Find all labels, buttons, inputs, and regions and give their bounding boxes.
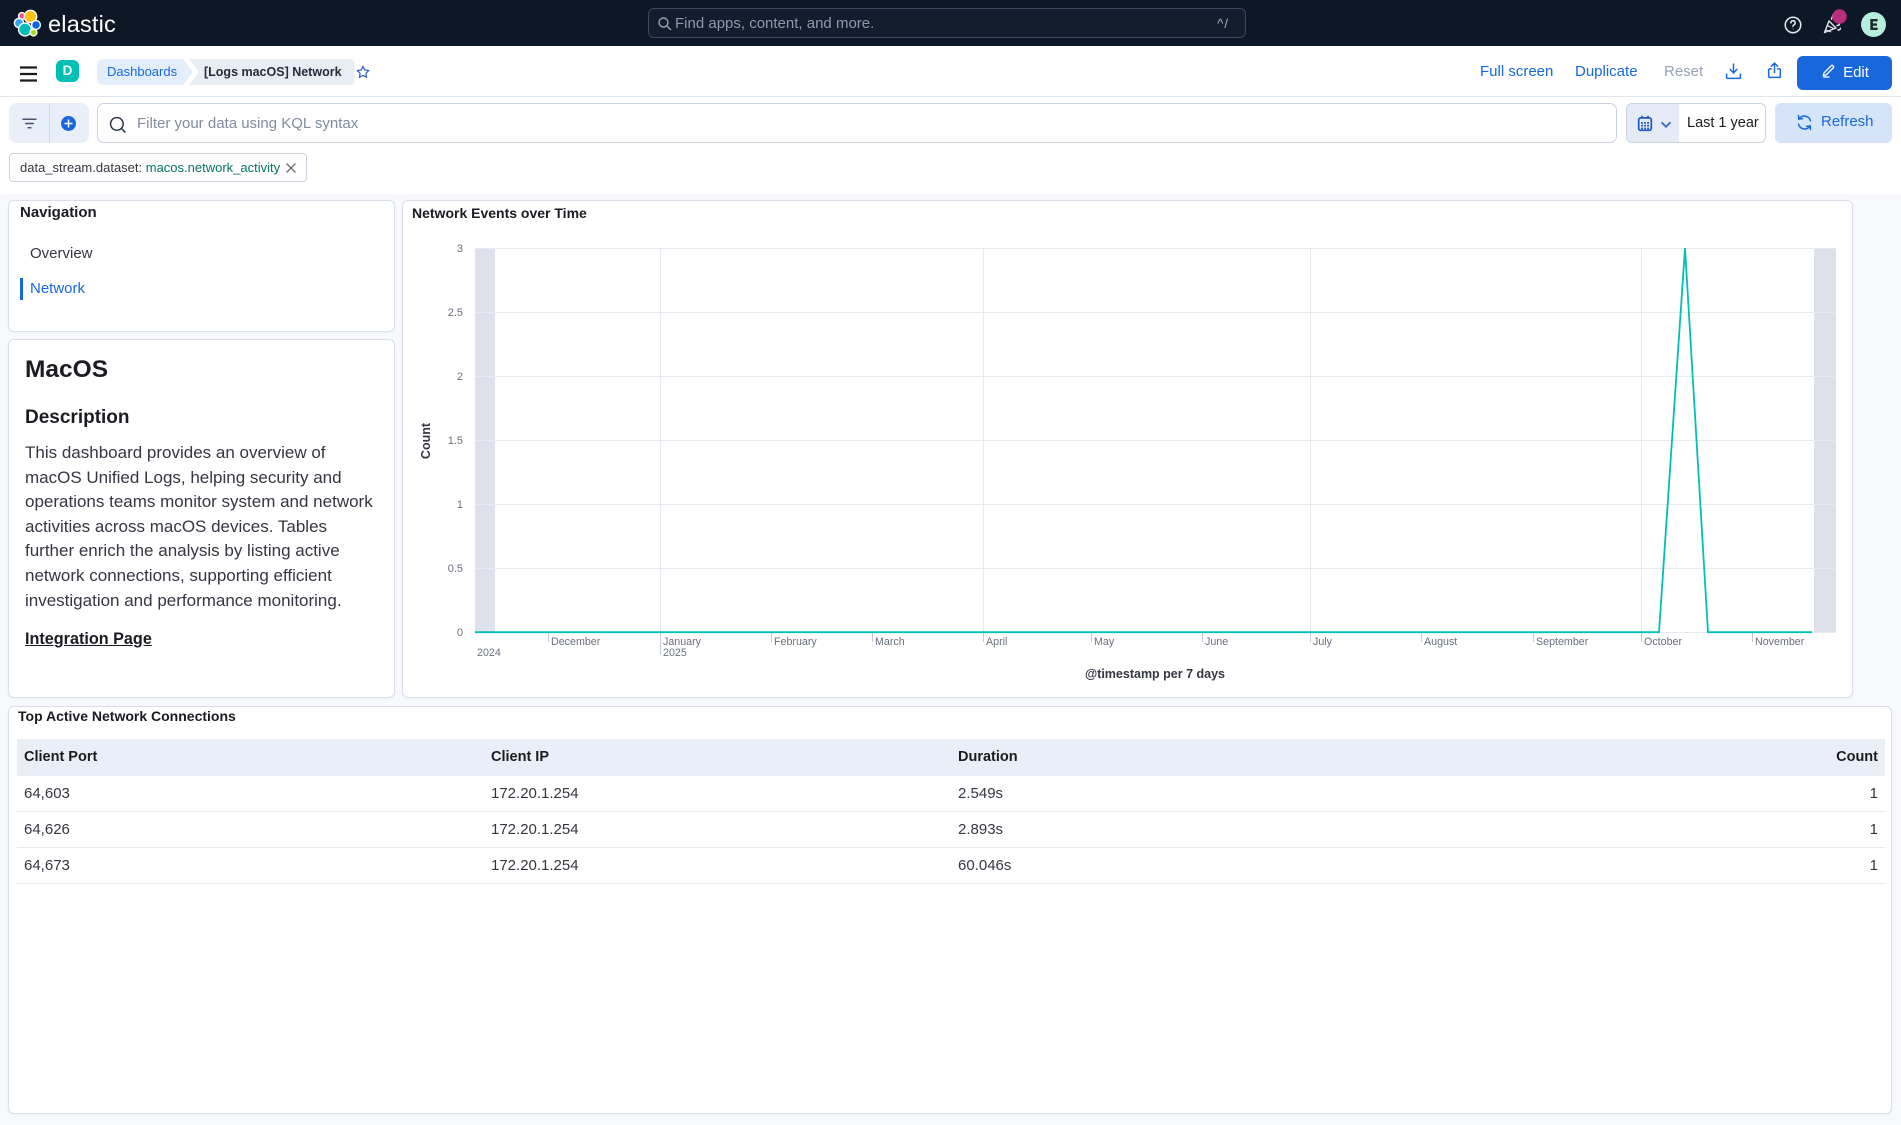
svg-text:October: October [1644,636,1682,648]
svg-text:@timestamp per 7 days: @timestamp per 7 days [1085,667,1225,681]
svg-text:February: February [774,636,817,648]
svg-text:September: September [1536,636,1589,648]
svg-text:2: 2 [457,371,463,383]
svg-text:0: 0 [457,627,463,639]
svg-text:July: July [1313,636,1333,648]
svg-text:2024: 2024 [477,647,501,659]
svg-text:0.5: 0.5 [448,563,463,575]
svg-text:3: 3 [457,243,463,255]
svg-text:Count: Count [419,422,433,459]
svg-text:November: November [1755,636,1805,648]
svg-text:2025: 2025 [663,647,687,659]
svg-text:March: March [875,636,905,648]
svg-text:1.5: 1.5 [448,435,463,447]
svg-text:December: December [551,636,601,648]
svg-text:1: 1 [457,499,463,511]
svg-text:April: April [986,636,1007,648]
svg-text:May: May [1094,636,1115,648]
svg-text:2.5: 2.5 [448,307,463,319]
svg-text:August: August [1424,636,1457,648]
svg-text:June: June [1205,636,1228,648]
